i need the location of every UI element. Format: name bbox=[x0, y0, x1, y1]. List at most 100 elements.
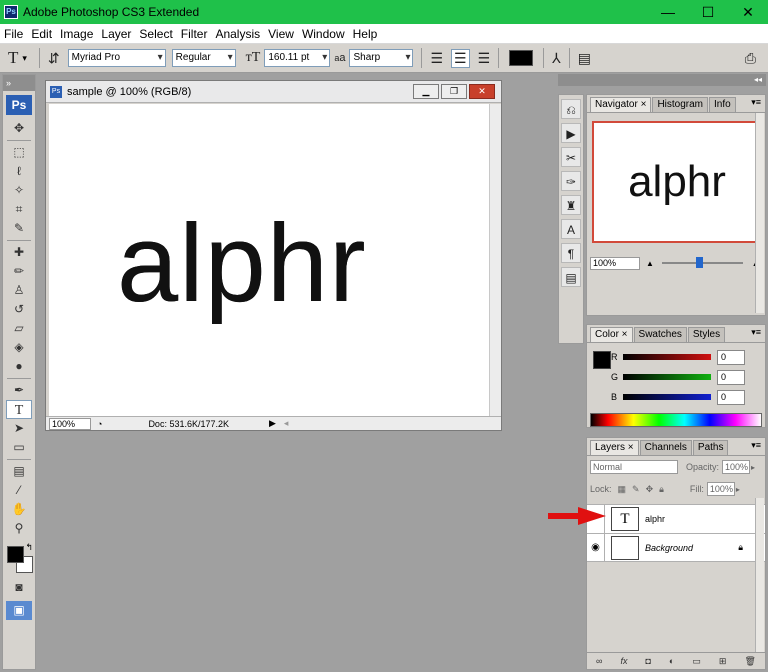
navigator-zoom-field[interactable]: 100% bbox=[590, 256, 640, 270]
chevron-right-icon[interactable]: ▸ bbox=[736, 485, 740, 494]
healing-brush-tool[interactable]: ✚ bbox=[6, 243, 32, 262]
panel-menu-icon[interactable]: ▾≡ bbox=[751, 97, 761, 108]
tab-channels[interactable]: Channels bbox=[639, 440, 692, 455]
dodge-tool[interactable]: ● bbox=[6, 357, 32, 376]
menu-image[interactable]: Image bbox=[56, 27, 97, 41]
zoom-field[interactable]: 100% bbox=[49, 417, 91, 430]
link-layers-icon[interactable]: ∞ bbox=[596, 656, 602, 666]
brushes-panel-icon[interactable]: ✑ bbox=[561, 171, 581, 191]
menu-filter[interactable]: Filter bbox=[177, 27, 212, 41]
lock-position-icon[interactable]: ✥ bbox=[646, 484, 654, 495]
menu-analysis[interactable]: Analysis bbox=[211, 27, 264, 41]
new-layer-icon[interactable]: ⊞ bbox=[719, 656, 727, 667]
navigator-scrollbar[interactable] bbox=[755, 113, 764, 313]
vertical-scrollbar[interactable] bbox=[489, 104, 501, 419]
tab-styles[interactable]: Styles bbox=[687, 327, 726, 342]
layer-name[interactable]: Background bbox=[645, 543, 693, 553]
tab-navigator[interactable]: Navigator × bbox=[590, 97, 652, 112]
navigator-zoom-slider[interactable] bbox=[661, 257, 744, 268]
menu-file[interactable]: File bbox=[0, 27, 27, 41]
clone-source-icon[interactable]: ♜ bbox=[561, 195, 581, 215]
canvas[interactable]: alphr bbox=[49, 104, 489, 419]
workspace-icon[interactable]: ⎙ bbox=[745, 50, 756, 67]
text-orientation-icon[interactable]: ⇵ bbox=[48, 50, 60, 67]
menu-edit[interactable]: Edit bbox=[27, 27, 56, 41]
eraser-tool[interactable]: ▱ bbox=[6, 319, 32, 338]
swap-colors-icon[interactable]: ↰ bbox=[25, 542, 33, 553]
close-icon[interactable]: ✕ bbox=[728, 0, 768, 24]
blue-value-field[interactable]: 0 bbox=[717, 389, 745, 405]
fill-field[interactable]: 100% bbox=[706, 482, 735, 496]
hand-tool[interactable]: ✋ bbox=[6, 500, 32, 519]
adjustment-layer-icon[interactable]: ◐ bbox=[669, 656, 674, 666]
panel-dock-grip[interactable]: ◂◂ bbox=[558, 74, 766, 86]
toolbox-grip[interactable]: » bbox=[3, 75, 35, 91]
tab-info[interactable]: Info bbox=[709, 97, 736, 112]
clone-stamp-tool[interactable]: ♙ bbox=[6, 281, 32, 300]
shape-tool[interactable]: ▭ bbox=[6, 438, 32, 457]
pen-tool[interactable]: ✒ bbox=[6, 381, 32, 400]
chevron-down-icon[interactable]: ▾ bbox=[22, 53, 27, 64]
paragraph-panel-icon[interactable]: ¶ bbox=[561, 243, 581, 263]
panel-menu-icon[interactable]: ▾≡ bbox=[751, 440, 761, 451]
lock-transparency-icon[interactable]: ▦ bbox=[618, 484, 627, 495]
blend-mode-select[interactable]: Normal bbox=[590, 460, 678, 474]
lasso-tool[interactable]: ℓ bbox=[6, 162, 32, 181]
lock-pixels-icon[interactable]: ✎ bbox=[632, 484, 640, 495]
marquee-tool[interactable]: ⬚ bbox=[6, 143, 32, 162]
history-brush-tool[interactable]: ↺ bbox=[6, 300, 32, 319]
antialias-select[interactable]: Sharp bbox=[349, 49, 414, 67]
status-menu-arrow-icon[interactable]: ▶ bbox=[269, 418, 276, 429]
menu-help[interactable]: Help bbox=[349, 27, 382, 41]
eyedropper-tool[interactable]: ⁄ bbox=[6, 481, 32, 500]
font-style-select[interactable]: Regular bbox=[171, 49, 236, 67]
green-slider[interactable] bbox=[623, 374, 711, 380]
status-options-icon[interactable]: ◔ bbox=[97, 419, 102, 429]
history-panel-icon[interactable]: ⎌ bbox=[561, 99, 581, 119]
eye-icon[interactable]: ◉ bbox=[587, 533, 605, 562]
chevron-right-icon[interactable]: ▸ bbox=[751, 463, 755, 472]
panel-menu-icon[interactable]: ▾≡ bbox=[751, 327, 761, 338]
new-group-icon[interactable]: ▭ bbox=[692, 656, 701, 667]
tab-color[interactable]: Color × bbox=[590, 327, 633, 342]
menu-window[interactable]: Window bbox=[298, 27, 349, 41]
brush-tool[interactable]: ✏ bbox=[6, 262, 32, 281]
zoom-out-icon[interactable]: ▲ bbox=[646, 259, 654, 268]
magic-wand-tool[interactable]: ✧ bbox=[6, 181, 32, 200]
layer-comps-icon[interactable]: ▤ bbox=[561, 267, 581, 287]
lock-all-icon[interactable]: 🔒︎ bbox=[659, 484, 664, 495]
menu-view[interactable]: View bbox=[264, 27, 298, 41]
ps-logo[interactable]: Ps bbox=[6, 95, 32, 115]
layer-style-icon[interactable]: fx bbox=[620, 656, 627, 666]
tab-layers[interactable]: Layers × bbox=[590, 440, 639, 455]
tab-histogram[interactable]: Histogram bbox=[652, 97, 709, 112]
notes-tool[interactable]: ▤ bbox=[6, 462, 32, 481]
paint-bucket-tool[interactable]: ◈ bbox=[6, 338, 32, 357]
crop-tool[interactable]: ⌗ bbox=[6, 200, 32, 219]
align-left-icon[interactable]: ☰ bbox=[430, 50, 443, 67]
text-color-swatch[interactable] bbox=[509, 50, 534, 66]
slider-knob[interactable] bbox=[696, 257, 704, 268]
tab-paths[interactable]: Paths bbox=[692, 440, 729, 455]
tool-preset-picker[interactable]: T bbox=[8, 48, 18, 68]
red-value-field[interactable]: 0 bbox=[717, 349, 745, 365]
delete-layer-icon[interactable]: 🗑︎ bbox=[744, 656, 755, 667]
menu-select[interactable]: Select bbox=[135, 27, 176, 41]
font-family-select[interactable]: Myriad Pro bbox=[67, 49, 166, 67]
color-spectrum[interactable] bbox=[590, 413, 762, 427]
layers-scrollbar[interactable] bbox=[755, 498, 764, 652]
slice-tool[interactable]: ✎ bbox=[6, 219, 32, 238]
blue-slider[interactable] bbox=[623, 394, 711, 400]
character-palette-icon[interactable]: ▤ bbox=[578, 50, 591, 67]
warp-text-icon[interactable]: ⅄ bbox=[552, 50, 561, 67]
layer-name[interactable]: alphr bbox=[645, 514, 665, 524]
restore-icon[interactable]: ❐ bbox=[441, 84, 467, 99]
layer-row-background[interactable]: ◉ Background 🔒︎ bbox=[587, 533, 765, 562]
canvas-text-layer[interactable]: alphr bbox=[117, 209, 367, 319]
navigator-preview[interactable]: alphr bbox=[592, 121, 762, 243]
opacity-field[interactable]: 100% bbox=[722, 460, 751, 474]
font-size-select[interactable]: 160.11 pt bbox=[264, 49, 331, 67]
character-panel-icon[interactable]: A bbox=[561, 219, 581, 239]
foreground-color-swatch[interactable] bbox=[7, 546, 24, 563]
menu-layer[interactable]: Layer bbox=[97, 27, 135, 41]
